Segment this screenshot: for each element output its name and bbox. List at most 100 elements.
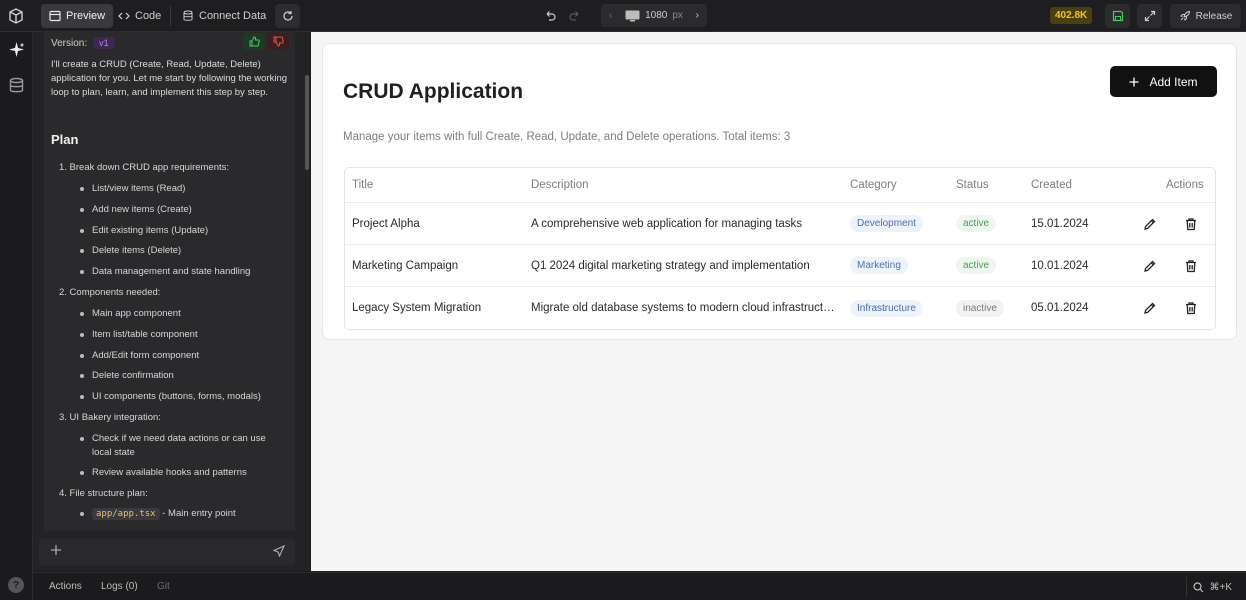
logs-tab[interactable]: Logs (0) <box>101 581 138 592</box>
left-rail <box>0 32 33 600</box>
row-title: Project Alpha <box>352 217 420 230</box>
table-row: Legacy System Migration Migrate old data… <box>345 287 1215 329</box>
plan-heading: Plan <box>51 132 79 147</box>
device-width-unit: px <box>672 10 683 21</box>
rocket-icon <box>1179 10 1190 21</box>
plus-icon[interactable] <box>50 544 62 556</box>
plus-icon <box>1129 77 1139 86</box>
device-width-display: 1080 px <box>625 10 683 22</box>
edit-icon[interactable] <box>1143 217 1157 231</box>
plan-substep: Add/Edit form component <box>79 350 200 361</box>
code-tab[interactable]: Code <box>110 4 169 28</box>
row-title: Legacy System Migration <box>352 302 482 314</box>
row-description: Migrate old database systems to modern c… <box>531 302 837 314</box>
trash-icon[interactable] <box>1184 217 1198 231</box>
actions-tab[interactable]: Actions <box>49 581 82 592</box>
plan-substep: Check if we need data actions or can use <box>80 433 266 444</box>
credits-badge: 402.8K <box>1050 7 1093 24</box>
preview-label: Preview <box>66 10 106 22</box>
connect-data-button[interactable]: Connect Data <box>174 4 274 28</box>
row-created: 15.01.2024 <box>1031 217 1089 230</box>
plan-substep-continued: local state <box>92 447 135 458</box>
refresh-button[interactable] <box>275 4 300 28</box>
redo-icon[interactable] <box>568 9 582 23</box>
version-badge: v1 <box>93 37 115 49</box>
chevron-left-icon[interactable]: ‹ <box>609 10 612 21</box>
edit-icon[interactable] <box>1143 301 1157 315</box>
expand-button[interactable] <box>1137 4 1162 28</box>
toolbar-divider <box>170 6 171 26</box>
items-table: Title Description Category Status Create… <box>344 167 1216 330</box>
category-badge: Development <box>850 215 923 232</box>
monitor-icon <box>625 10 640 21</box>
search-icon <box>1193 581 1204 592</box>
add-item-button[interactable]: Add Item <box>1110 66 1217 97</box>
plan-substep: Delete items (Delete) <box>79 245 182 256</box>
trash-icon[interactable] <box>1184 259 1198 273</box>
code-icon <box>118 12 130 20</box>
row-title: Marketing Campaign <box>352 259 459 272</box>
page-subtitle: Manage your items with full Create, Read… <box>343 131 791 143</box>
crud-card: CRUD Application Add Item Manage your it… <box>322 43 1237 340</box>
status-badge: inactive <box>956 299 1004 317</box>
sparkle-icon[interactable] <box>8 41 25 58</box>
chat-scrollbar[interactable] <box>305 75 309 170</box>
release-button[interactable]: Release <box>1170 4 1241 28</box>
plan-substep: List/view items (Read) <box>79 183 186 194</box>
connect-data-label: Connect Data <box>199 10 267 22</box>
git-tab[interactable]: Git <box>157 581 170 592</box>
table-row: Marketing Campaign Q1 2024 digital marke… <box>345 245 1215 287</box>
chat-input[interactable] <box>39 539 295 565</box>
database-icon[interactable] <box>8 77 25 94</box>
column-header-description: Description <box>531 179 589 191</box>
status-badge: active <box>956 215 997 232</box>
save-icon <box>1112 10 1123 22</box>
expand-icon <box>1144 10 1155 22</box>
chevron-right-icon[interactable]: › <box>696 10 699 21</box>
status-badge: active <box>956 257 997 274</box>
column-header-created: Created <box>1031 179 1072 191</box>
plan-step: 1. Break down CRUD app requirements: <box>59 162 230 173</box>
preview-tab[interactable]: Preview <box>41 4 114 28</box>
category-badge: Marketing <box>850 257 908 274</box>
intro-text: I'll create a CRUD (Create, Read, Update… <box>51 59 288 98</box>
thumbs-up-icon <box>249 36 260 47</box>
thumbs-down-button[interactable] <box>267 33 289 50</box>
command-search-button[interactable]: ⌘+K <box>1186 577 1238 597</box>
column-header-actions: Actions <box>1166 179 1204 191</box>
assistant-message: Version: v1 I'll create a CRUD (Create, … <box>44 32 295 531</box>
edit-icon[interactable] <box>1143 259 1157 273</box>
column-header-status: Status <box>956 179 989 191</box>
plan-substep: Edit existing items (Update) <box>79 225 209 236</box>
plan-substep: Add new items (Create) <box>80 204 192 215</box>
plan-substep: Delete confirmation <box>80 370 174 381</box>
device-width-selector[interactable]: ‹ 1080 px › <box>601 4 707 27</box>
add-item-label: Add Item <box>1149 74 1198 89</box>
code-label: Code <box>135 10 162 22</box>
table-header: Title Description Category Status Create… <box>345 168 1215 203</box>
row-created: 10.01.2024 <box>1031 259 1089 272</box>
plan-substep: app/app.tsx - Main entry point <box>80 507 236 521</box>
undo-icon[interactable] <box>543 9 557 23</box>
page-title: CRUD Application <box>343 80 524 103</box>
box-logo-icon[interactable] <box>8 8 24 24</box>
plan-step: 3. UI Bakery integration: <box>59 412 161 423</box>
file-path-desc: - Main entry point <box>159 508 236 519</box>
file-path-code: app/app.tsx <box>92 508 160 520</box>
help-icon[interactable]: ? <box>8 577 24 593</box>
thumbs-up-button[interactable] <box>243 33 265 50</box>
plan-substep: Item list/table component <box>80 329 198 340</box>
column-header-title: Title <box>352 179 374 191</box>
save-button[interactable] <box>1105 4 1130 28</box>
trash-icon[interactable] <box>1184 301 1198 315</box>
app-preview: CRUD Application Add Item Manage your it… <box>311 32 1246 571</box>
send-icon[interactable] <box>273 545 285 557</box>
database-icon <box>183 10 193 21</box>
feedback-buttons <box>243 33 289 50</box>
preview-icon <box>49 10 61 22</box>
row-description: Q1 2024 digital marketing strategy and i… <box>531 260 810 272</box>
category-badge: Infrastructure <box>850 299 923 317</box>
device-width-value: 1080 <box>645 10 668 21</box>
table-row: Project Alpha A comprehensive web applic… <box>345 203 1215 245</box>
row-created: 05.01.2024 <box>1031 302 1089 314</box>
